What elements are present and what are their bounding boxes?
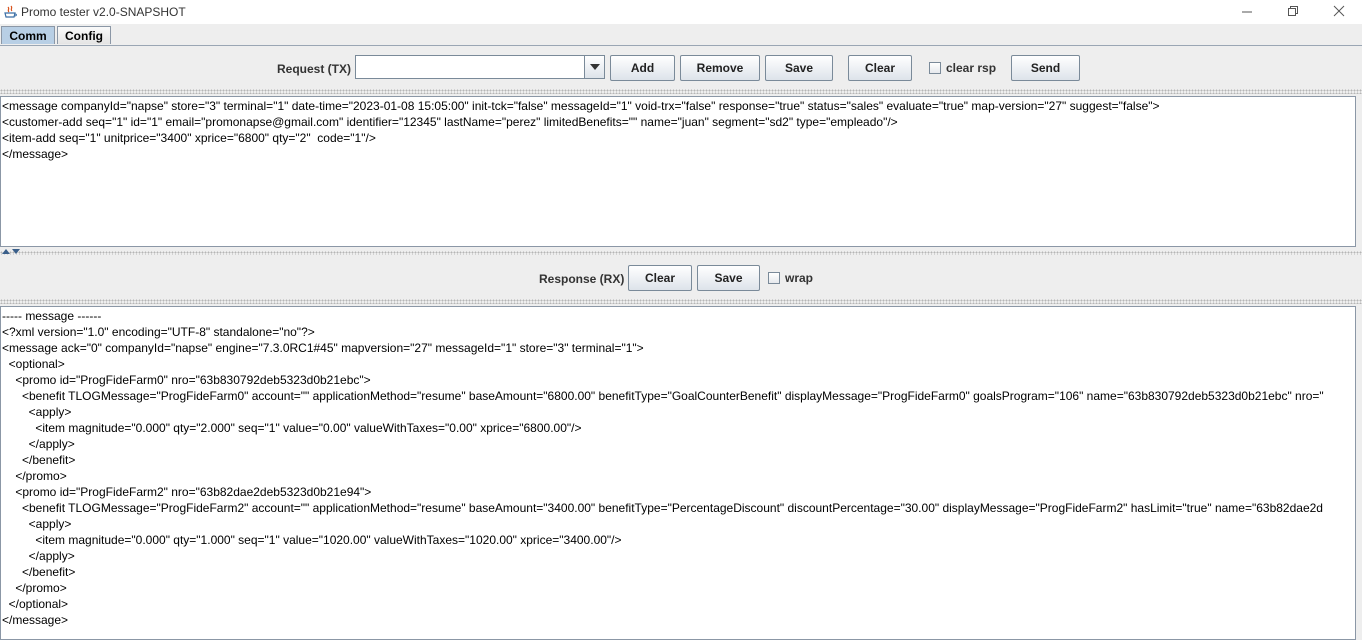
- text-line: </apply>: [2, 549, 75, 563]
- tab-comm[interactable]: Comm: [1, 26, 55, 44]
- split-divider-arrows[interactable]: [2, 248, 20, 256]
- close-icon: [1333, 5, 1345, 17]
- window-controls: [1224, 0, 1362, 24]
- text-line: ----- message ------: [2, 309, 102, 323]
- text-line: </promo>: [2, 469, 67, 483]
- window-title: Promo tester v2.0-SNAPSHOT: [21, 5, 186, 19]
- tab-bar: Comm Config: [0, 24, 1362, 46]
- wrap-label: wrap: [785, 271, 814, 285]
- response-textarea[interactable]: ----- message ------ <?xml version="1.0" …: [0, 306, 1356, 640]
- text-line: <message companyId="napse" store="3" ter…: [2, 99, 1160, 113]
- text-line: <apply>: [2, 517, 72, 531]
- text-line: </optional>: [2, 597, 69, 611]
- text-line: <message ack="0" companyId="napse" engin…: [2, 341, 644, 355]
- tab-config[interactable]: Config: [57, 26, 111, 44]
- text-line: </benefit>: [2, 565, 76, 579]
- text-line: <benefit TLOGMessage="ProgFideFarm0" acc…: [2, 389, 1324, 403]
- text-line: </benefit>: [2, 453, 76, 467]
- restore-icon: [1287, 5, 1298, 16]
- send-button[interactable]: Send: [1011, 55, 1080, 81]
- close-button[interactable]: [1316, 0, 1362, 22]
- collapse-down-icon[interactable]: [12, 248, 20, 254]
- wrap-checkbox[interactable]: [768, 272, 780, 284]
- request-toolbar: Request (TX) Add Remove Save Clear clear…: [0, 49, 1362, 89]
- response-label: Response (RX): [539, 272, 625, 286]
- text-line: <item-add seq="1" unitprice="3400" xpric…: [2, 131, 376, 145]
- text-line: <benefit TLOGMessage="ProgFideFarm2" acc…: [2, 501, 1323, 515]
- text-line: </message>: [2, 613, 69, 627]
- response-toolbar: Response (RX) Clear Save wrap: [0, 259, 1362, 299]
- response-clear-button[interactable]: Clear: [628, 265, 692, 291]
- clear-rsp-label: clear rsp: [946, 61, 997, 75]
- text-line: <optional>: [2, 357, 65, 371]
- text-line: <promo id="ProgFideFarm2" nro="63b82dae2…: [2, 485, 372, 499]
- request-clear-button[interactable]: Clear: [848, 55, 912, 81]
- clear-rsp-checkbox[interactable]: [929, 62, 941, 74]
- response-save-button[interactable]: Save: [697, 265, 760, 291]
- add-button[interactable]: Add: [610, 55, 675, 81]
- split-divider[interactable]: [0, 251, 1362, 255]
- request-label: Request (TX): [277, 62, 352, 76]
- text-line: <?xml version="1.0" encoding="UTF-8" sta…: [2, 325, 315, 339]
- title-bar: Promo tester v2.0-SNAPSHOT: [0, 0, 1362, 24]
- collapse-up-icon[interactable]: [2, 248, 10, 254]
- text-line: <item magnitude="0.000" qty="2.000" seq=…: [2, 421, 582, 435]
- request-textarea[interactable]: <message companyId="napse" store="3" ter…: [0, 96, 1356, 247]
- request-save-button[interactable]: Save: [765, 55, 833, 81]
- text-line: <customer-add seq="1" id="1" email="prom…: [2, 115, 898, 129]
- response-separator: [0, 299, 1362, 304]
- remove-button[interactable]: Remove: [680, 55, 760, 81]
- java-app-icon: [4, 5, 17, 18]
- text-line: </apply>: [2, 437, 75, 451]
- combo-dropdown-button[interactable]: [584, 56, 604, 78]
- text-line: <promo id="ProgFideFarm0" nro="63b830792…: [2, 373, 371, 387]
- request-separator: [0, 89, 1362, 94]
- text-line: </message>: [2, 147, 69, 161]
- text-line: <apply>: [2, 405, 72, 419]
- chevron-down-icon: [589, 64, 600, 70]
- minimize-button[interactable]: [1224, 0, 1270, 22]
- minimize-icon: [1241, 11, 1252, 12]
- text-line: </promo>: [2, 581, 67, 595]
- request-combo[interactable]: [355, 55, 605, 79]
- maximize-button[interactable]: [1270, 0, 1316, 22]
- text-line: <item magnitude="0.000" qty="1.000" seq=…: [2, 533, 622, 547]
